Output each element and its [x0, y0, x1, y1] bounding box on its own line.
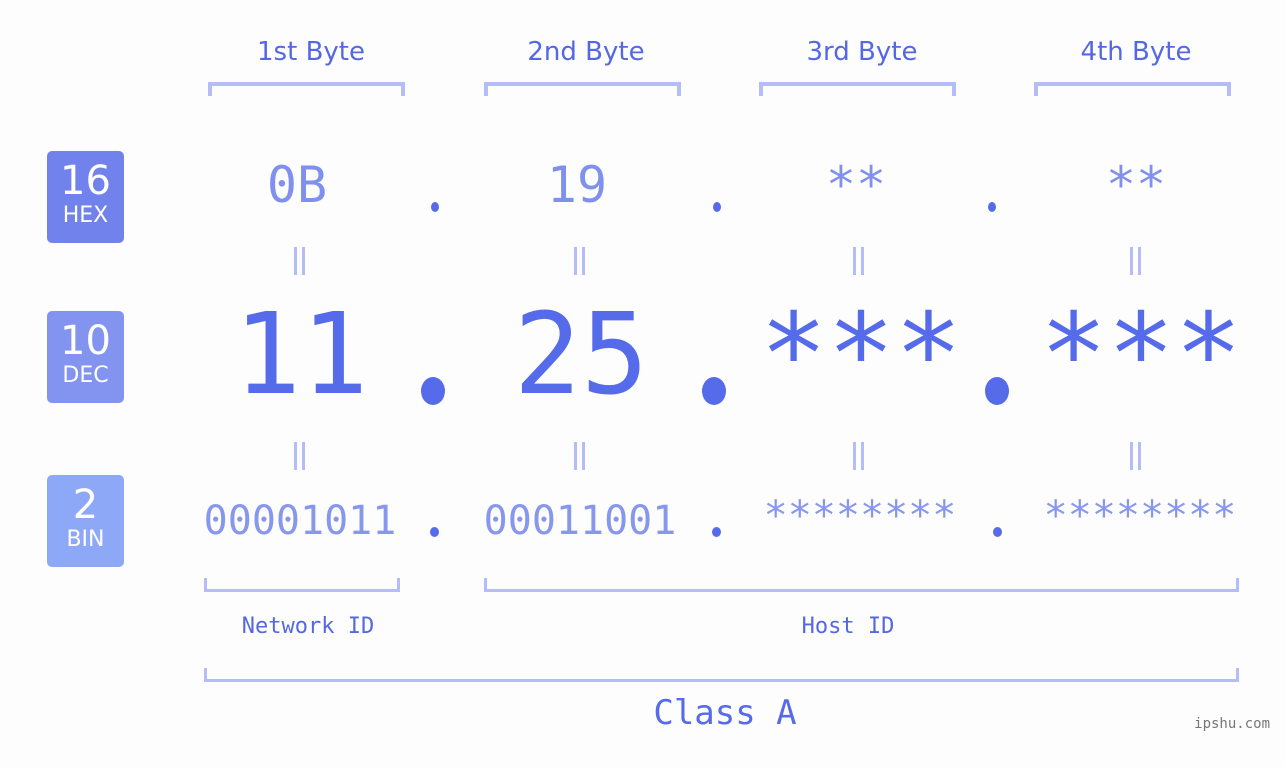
dec-separator-1 — [421, 377, 445, 405]
hex-byte-3: ** — [825, 156, 887, 214]
bin-separator-3 — [993, 527, 1002, 537]
hex-separator-3 — [988, 202, 996, 212]
dec-byte-2: 25 — [513, 290, 649, 420]
equals-icon — [1128, 442, 1142, 470]
hex-badge-number: 16 — [60, 158, 111, 204]
dec-byte-4: *** — [1039, 290, 1243, 420]
bin-badge-label: BIN — [66, 527, 105, 552]
hex-badge: 16 HEX — [47, 151, 124, 243]
bin-badge: 2 BIN — [47, 475, 124, 567]
network-id-bracket — [204, 578, 400, 592]
class-label: Class A — [653, 693, 797, 733]
equals-icon — [851, 442, 865, 470]
hex-separator-1 — [431, 202, 439, 212]
bin-badge-number: 2 — [72, 482, 99, 528]
dec-separator-3 — [985, 377, 1009, 405]
bin-separator-2 — [712, 527, 721, 537]
byte-header-2: 2nd Byte — [527, 37, 645, 67]
hex-separator-2 — [713, 202, 721, 212]
dec-badge-number: 10 — [60, 318, 111, 364]
equals-icon — [572, 247, 586, 275]
hex-byte-4: ** — [1105, 156, 1167, 214]
watermark: ipshu.com — [1194, 716, 1270, 732]
dec-badge-label: DEC — [62, 363, 109, 388]
bin-byte-4: ******** — [1043, 493, 1237, 539]
host-id-label: Host ID — [801, 614, 895, 639]
hex-byte-2: 19 — [546, 156, 608, 214]
byte-header-4: 4th Byte — [1080, 37, 1192, 67]
bin-byte-2: 00011001 — [483, 498, 677, 544]
bin-byte-3: ******** — [763, 493, 957, 539]
byte-bracket-4 — [1034, 82, 1231, 96]
host-id-bracket — [484, 578, 1239, 592]
hex-badge-label: HEX — [62, 203, 109, 228]
equals-icon — [292, 247, 306, 275]
byte-header-1: 1st Byte — [257, 37, 365, 67]
hex-byte-1: 0B — [266, 156, 328, 214]
byte-bracket-3 — [759, 82, 956, 96]
byte-bracket-2 — [484, 82, 681, 96]
equals-icon — [1128, 247, 1142, 275]
bin-byte-1: 00001011 — [203, 498, 397, 544]
byte-bracket-1 — [208, 82, 405, 96]
equals-icon — [851, 247, 865, 275]
dec-byte-3: *** — [759, 290, 963, 420]
dec-byte-1: 11 — [233, 290, 369, 420]
equals-icon — [292, 442, 306, 470]
dec-separator-2 — [702, 377, 726, 405]
bin-separator-1 — [430, 527, 439, 537]
equals-icon — [572, 442, 586, 470]
dec-badge: 10 DEC — [47, 311, 124, 403]
class-bracket — [204, 668, 1239, 682]
byte-header-3: 3rd Byte — [806, 37, 918, 67]
network-id-label: Network ID — [241, 614, 375, 639]
